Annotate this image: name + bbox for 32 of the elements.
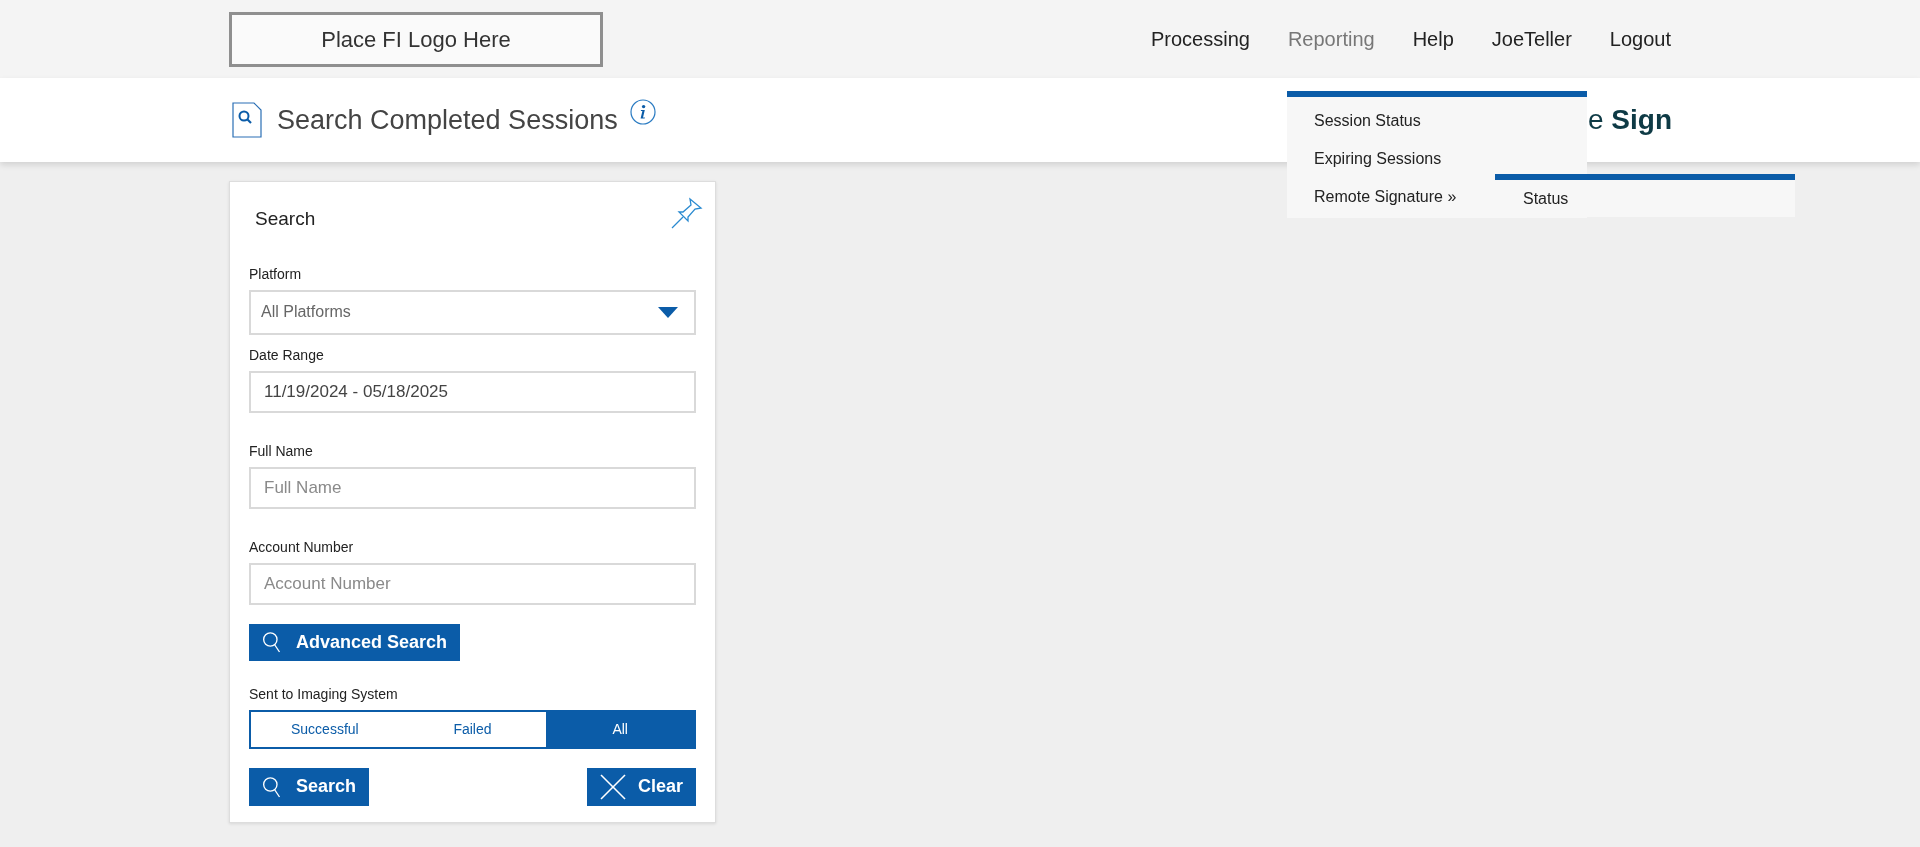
account-number-field[interactable]: Account Number <box>249 562 696 605</box>
field-label: Sent to Imaging System <box>249 686 399 701</box>
field-label: Full Name <box>249 443 314 458</box>
info-icon[interactable] <box>629 99 656 125</box>
nav-link[interactable]: Reporting <box>1287 24 1375 54</box>
logo-frame: Place FI Logo Here <box>229 11 603 67</box>
menu-item[interactable]: Session Status <box>1314 102 1421 140</box>
menu-item[interactable]: Expiring Sessions <box>1314 140 1442 178</box>
advanced-search-button[interactable]: Advanced Search <box>249 623 461 661</box>
search-button[interactable]: Search <box>249 767 370 806</box>
nav-link[interactable]: Processing <box>1151 24 1250 54</box>
field-label: Account Number <box>249 539 355 554</box>
clear-button[interactable]: Clear <box>586 767 696 806</box>
date-range-field[interactable]: 11/19/2024 - 05/18/2025 <box>249 370 696 413</box>
nav-link[interactable]: JoeTeller <box>1491 24 1572 54</box>
nav-link[interactable]: Logout <box>1609 24 1671 54</box>
segment-option[interactable]: All <box>546 711 694 747</box>
document-search-icon <box>232 102 262 138</box>
caret-icon <box>658 306 678 318</box>
field-label: Date Range <box>249 347 325 362</box>
pushpin-icon[interactable] <box>671 197 703 229</box>
full-name-field[interactable]: Full Name <box>249 466 696 509</box>
brand-logo: e Sign <box>1587 103 1672 137</box>
panel-title: Search <box>255 207 316 231</box>
menu-item[interactable]: Remote Signature » <box>1314 178 1457 216</box>
search-icon <box>262 629 282 655</box>
field-label: Platform <box>249 266 303 281</box>
menu-item[interactable]: Status <box>1495 180 1795 217</box>
close-icon <box>599 773 626 800</box>
platform-select[interactable]: All Platforms <box>249 289 696 335</box>
nav-link[interactable]: Help <box>1412 24 1454 54</box>
page-title: Search Completed Sessions <box>277 103 618 137</box>
